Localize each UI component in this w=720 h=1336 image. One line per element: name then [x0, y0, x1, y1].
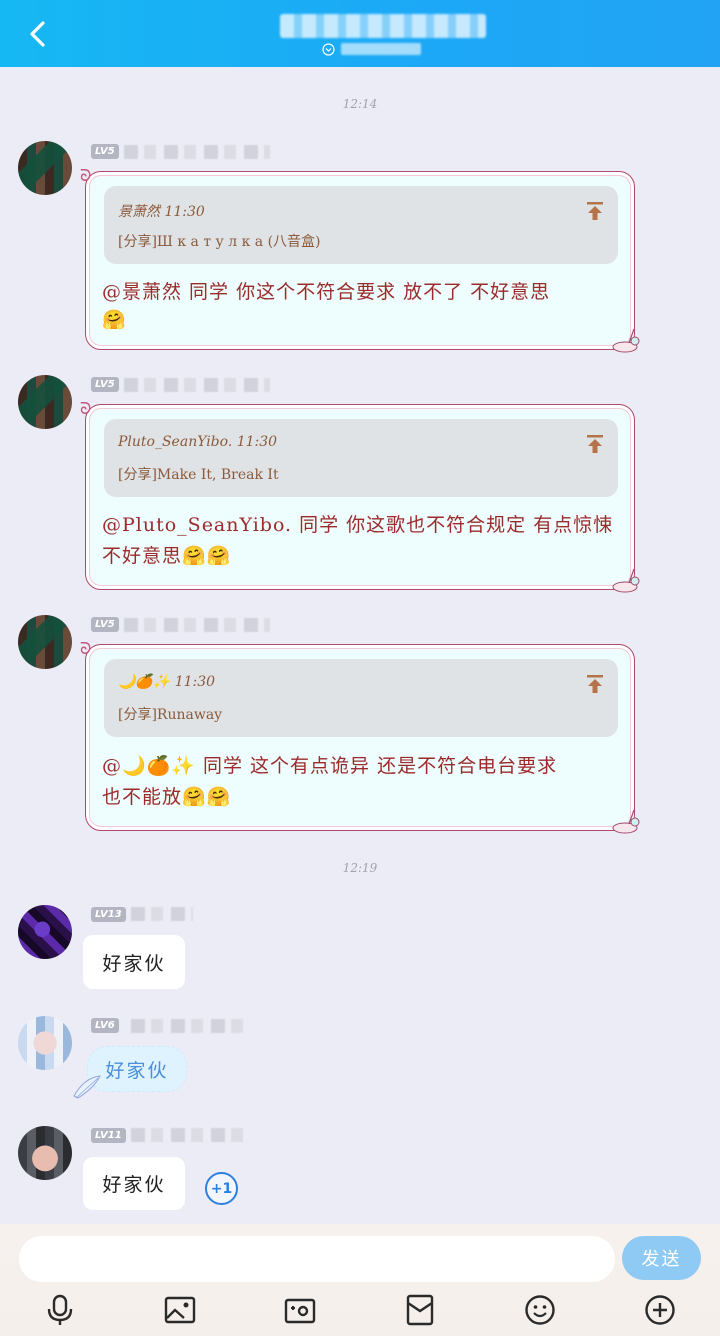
avatar[interactable]: [18, 375, 72, 429]
quote-content: [分享]Make It, Break It: [118, 467, 279, 483]
message-text: @🌙🍊✨ 同学 这个有点诡异 还是不符合电台要求: [102, 755, 558, 777]
sender-name-redacted[interactable]: [124, 378, 270, 392]
camera-icon[interactable]: [283, 1293, 317, 1327]
ribbon-icon: ᘐ: [80, 166, 92, 185]
microphone-icon[interactable]: [43, 1293, 77, 1327]
quoted-message[interactable]: Pluto_SeanYibo. 11:30 [分享]Make It, Break…: [104, 419, 618, 497]
message-text-line2: 🤗: [102, 309, 127, 331]
quote-author: Pluto_SeanYibo. 11:30: [118, 434, 278, 450]
quote-content: [分享]Runaway: [118, 707, 223, 723]
quote-author: 景萧然 11:30: [118, 204, 205, 220]
quoted-message[interactable]: 🌙🍊✨ 11:30 [分享]Runaway: [104, 659, 618, 737]
avatar[interactable]: [18, 905, 72, 959]
jump-to-top-icon[interactable]: [584, 200, 606, 222]
level-badge: LV6: [91, 1018, 119, 1033]
plus-icon[interactable]: [643, 1293, 677, 1327]
bowl-sticker-icon: [612, 568, 640, 593]
send-button[interactable]: 发送: [622, 1236, 701, 1280]
emoji-icon[interactable]: [523, 1293, 557, 1327]
message-bubble[interactable]: 好家伙: [83, 935, 185, 989]
input-area: 发送: [0, 1224, 720, 1336]
message-bubble[interactable]: 好家伙: [83, 1157, 185, 1210]
level-badge: LV13: [91, 907, 126, 922]
level-badge: LV5: [91, 377, 119, 392]
avatar[interactable]: [18, 141, 72, 195]
level-badge: LV5: [91, 144, 119, 159]
plus-one-button[interactable]: +1: [205, 1172, 238, 1205]
chat-title-redacted[interactable]: [280, 14, 486, 38]
ribbon-icon: ᘐ: [80, 639, 92, 658]
sender-name-redacted[interactable]: [131, 1019, 245, 1033]
sender-name-redacted[interactable]: [131, 1128, 245, 1142]
timestamp: 12:19: [342, 861, 378, 875]
chat-header: [0, 0, 720, 67]
message-input[interactable]: [19, 1236, 615, 1282]
jump-to-top-icon[interactable]: [584, 433, 606, 455]
message-bubble[interactable]: ᘐ 🌙🍊✨ 11:30 [分享]Runaway @🌙🍊✨ 同学 这个有点诡异 还…: [80, 641, 640, 834]
quote-content: [分享]Ш к а т у л к а (八音盒): [118, 234, 321, 250]
feather-sticker-icon: [73, 1075, 101, 1099]
sender-name-redacted[interactable]: [124, 618, 270, 632]
back-button[interactable]: [20, 16, 56, 52]
message-text-line2: 也不能放🤗🤗: [102, 786, 232, 808]
ribbon-icon: ᘐ: [80, 399, 92, 418]
message-text: @Pluto_SeanYibo. 同学 你这歌也不符合规定 有点惊悚: [102, 514, 614, 536]
quote-author: 🌙🍊✨ 11:30: [118, 674, 216, 690]
timestamp: 12:14: [342, 97, 378, 111]
message-bubble[interactable]: ᘐ Pluto_SeanYibo. 11:30 [分享]Make It, Bre…: [80, 401, 640, 593]
sender-name-redacted[interactable]: [131, 907, 193, 921]
level-badge: LV11: [91, 1128, 126, 1143]
red-packet-icon[interactable]: [403, 1293, 437, 1327]
chevron-down-circle-icon: [322, 42, 335, 56]
image-icon[interactable]: [163, 1293, 197, 1327]
message-text-line2: 不好意思🤗🤗: [102, 545, 232, 567]
jump-to-top-icon[interactable]: [584, 673, 606, 695]
chat-subtitle[interactable]: [322, 41, 421, 57]
message-text: @景萧然 同学 你这个不符合要求 放不了 不好意思: [102, 281, 551, 303]
chevron-left-icon: [30, 21, 45, 47]
avatar[interactable]: [18, 615, 72, 669]
bowl-sticker-icon: [612, 809, 640, 834]
sender-name-redacted[interactable]: [124, 145, 270, 159]
message-bubble[interactable]: ᘐ 景萧然 11:30 [分享]Ш к а т у л к а (八音盒) @景…: [80, 168, 640, 353]
level-badge: LV5: [91, 617, 119, 632]
subtitle-redacted: [341, 43, 421, 55]
bowl-sticker-icon: [612, 328, 640, 353]
quoted-message[interactable]: 景萧然 11:30 [分享]Ш к а т у л к а (八音盒): [104, 186, 618, 264]
avatar[interactable]: [18, 1126, 72, 1180]
avatar[interactable]: [18, 1016, 72, 1070]
